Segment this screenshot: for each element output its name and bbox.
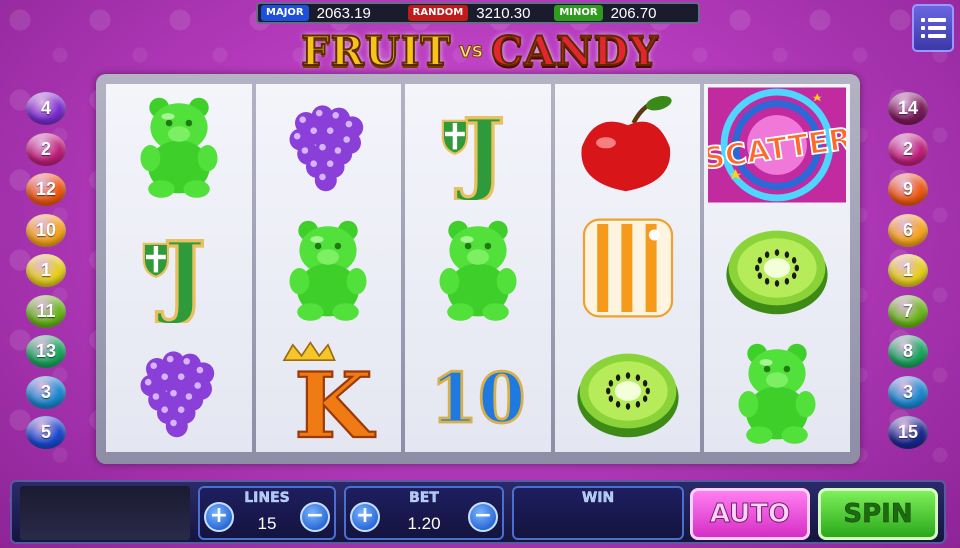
logo-vs: VS xyxy=(459,42,484,62)
striped-candy-symbol xyxy=(555,207,701,330)
left-payline-3[interactable]: 3 xyxy=(26,375,66,409)
logo-candy: CANDY xyxy=(490,27,659,76)
left-payline-5[interactable]: 5 xyxy=(26,416,66,449)
striped-candy-icon xyxy=(582,218,673,318)
gummy-bear-icon xyxy=(738,343,816,444)
right-payline-3[interactable]: 3 xyxy=(888,375,928,409)
scatter-symbol: SCATTER xyxy=(704,84,850,207)
bet-plus-button[interactable]: + xyxy=(350,502,380,532)
reel-3: J 10 xyxy=(405,84,551,452)
jackpot-minor-label: MINOR xyxy=(554,5,603,21)
reel-2: K xyxy=(255,84,402,452)
left-payline-2[interactable]: 2 xyxy=(26,132,66,166)
scatter-icon: SCATTER xyxy=(708,87,847,203)
jackpot-major-label: MAJOR xyxy=(261,5,309,21)
jack-symbol: J xyxy=(106,207,252,330)
win-display: WIN xyxy=(512,486,684,540)
jackpot-minor-value: 206.70 xyxy=(610,4,657,22)
right-payline-15[interactable]: 15 xyxy=(888,416,928,449)
reels: J K J 10 SCATTER xyxy=(106,84,850,452)
jackpot-minor: MINOR 206.70 xyxy=(551,4,698,22)
jack-icon: J xyxy=(142,221,207,323)
kiwi-symbol xyxy=(555,329,701,452)
grapes-symbol xyxy=(106,329,252,452)
cherry-icon xyxy=(581,96,672,192)
reel-1: J xyxy=(106,84,252,452)
left-payline-11[interactable]: 11 xyxy=(26,294,66,328)
jackpot-major-value: 2063.19 xyxy=(316,4,371,22)
right-payline-2[interactable]: 2 xyxy=(888,132,928,166)
paylines-right: 14 2 9 6 1 7 8 3 15 xyxy=(888,92,928,449)
left-payline-10[interactable]: 10 xyxy=(26,213,66,247)
jackpot-bar: MAJOR 2063.19 RANDOM 3210.30 MINOR 206.7… xyxy=(256,2,700,24)
kiwi-icon xyxy=(726,230,828,315)
cherry-symbol xyxy=(555,84,701,207)
left-payline-12[interactable]: 12 xyxy=(26,173,66,206)
game-logo: FRUIT VS CANDY xyxy=(0,27,960,76)
gummy-bear-icon xyxy=(439,220,517,321)
right-payline-6[interactable]: 6 xyxy=(888,213,928,247)
king-icon: K xyxy=(282,340,378,446)
svg-text:10: 10 xyxy=(431,358,526,438)
gummy-bear-symbol xyxy=(405,207,551,330)
auto-button[interactable]: AUTO xyxy=(690,488,810,540)
jack-icon: J xyxy=(441,98,506,200)
reel-5: SCATTER xyxy=(704,84,850,452)
ten-icon: 10 xyxy=(429,357,527,440)
jackpot-random-value: 3210.30 xyxy=(476,4,531,22)
right-payline-14[interactable]: 14 xyxy=(888,92,928,125)
gummy-bear-symbol xyxy=(256,207,402,330)
grapes-icon xyxy=(289,105,364,192)
right-payline-8[interactable]: 8 xyxy=(888,335,928,368)
balance-panel xyxy=(20,486,190,540)
lines-plus-button[interactable]: + xyxy=(204,502,234,532)
left-payline-13[interactable]: 13 xyxy=(26,335,66,368)
menu-list-icon xyxy=(920,18,946,22)
lines-minus-button[interactable]: − xyxy=(300,502,330,532)
kiwi-symbol xyxy=(704,207,850,330)
reel-4 xyxy=(554,84,701,452)
jackpot-major: MAJOR 2063.19 xyxy=(258,4,405,22)
jackpot-random: RANDOM 3210.30 xyxy=(405,4,552,22)
grapes-icon xyxy=(140,351,214,437)
right-payline-1[interactable]: 1 xyxy=(888,254,928,287)
jack-symbol: J xyxy=(405,84,551,207)
gummy-bear-icon xyxy=(140,98,218,199)
gummy-bear-icon xyxy=(289,220,367,321)
gummy-bear-symbol xyxy=(106,84,252,207)
paylines-left: 4 2 12 10 1 11 13 3 5 xyxy=(26,92,66,449)
gummy-bear-symbol xyxy=(704,329,850,452)
right-payline-9[interactable]: 9 xyxy=(888,173,928,206)
grapes-symbol xyxy=(256,84,402,207)
bet-minus-button[interactable]: − xyxy=(468,502,498,532)
left-payline-1[interactable]: 1 xyxy=(26,254,66,287)
king-symbol: K xyxy=(256,329,402,452)
logo-fruit: FRUIT xyxy=(300,27,452,76)
lines-control: LINES 15 + − xyxy=(198,486,336,540)
left-payline-4[interactable]: 4 xyxy=(26,92,66,125)
jackpot-random-label: RANDOM xyxy=(407,5,469,21)
spin-button[interactable]: SPIN xyxy=(818,488,938,540)
kiwi-icon xyxy=(576,353,679,437)
right-payline-7[interactable]: 7 xyxy=(888,294,928,328)
bet-control: BET 1.20 + − xyxy=(344,486,504,540)
svg-text:K: K xyxy=(295,353,377,446)
ten-symbol: 10 xyxy=(405,329,551,452)
win-label: WIN xyxy=(581,490,615,506)
